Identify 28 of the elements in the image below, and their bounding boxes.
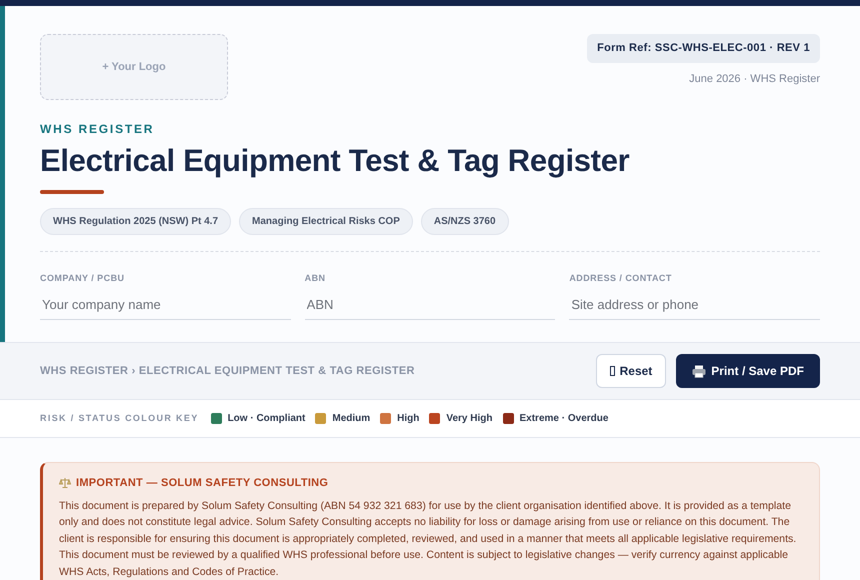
scales-icon — [59, 477, 71, 490]
regulation-tag: WHS Regulation 2025 (NSW) Pt 4.7 — [40, 208, 232, 235]
input-field[interactable]: Site address or phone — [569, 294, 820, 320]
page-title: Electrical Equipment Test & Tag Register — [40, 142, 630, 180]
input-field[interactable]: ABN — [304, 294, 556, 320]
printer-icon — [692, 364, 706, 378]
colour-key-label: Medium — [332, 412, 370, 426]
print-button[interactable]: Print / Save PDF — [676, 354, 820, 388]
reset-button[interactable]: Reset — [596, 354, 666, 388]
colour-key-label: Extreme · Overdue — [520, 412, 608, 426]
colour-key-label: High — [397, 412, 420, 426]
notice-title: IMPORTANT — SOLUM SAFETY CONSULTING — [76, 476, 328, 491]
form-date: June 2026 · WHS Register — [689, 72, 820, 86]
input-field[interactable]: Your company name — [40, 294, 291, 320]
colour-key-title: RISK / STATUS COLOUR KEY — [40, 412, 199, 425]
colour-key-label: Very High — [446, 412, 492, 426]
logo-label: + Your Logo — [102, 60, 166, 75]
form-reference: Form Ref: SSC-WHS-ELEC-001 · REV 1 — [587, 34, 820, 62]
colour-key-label: Low · Compliant — [228, 412, 306, 426]
field-label: ADDRESS / CONTACT — [569, 272, 672, 285]
missing-glyph-icon — [610, 366, 615, 376]
breadcrumb: WHS REGISTER › ELECTRICAL EQUIPMENT TEST & TAG REGISTER — [40, 364, 415, 379]
regulation-tag: AS/NZS 3760 — [420, 208, 509, 235]
eyebrow-label: WHS REGISTER — [40, 121, 154, 138]
field-label: ABN — [304, 272, 326, 285]
regulation-tag: Managing Electrical Risks COP — [239, 208, 413, 235]
notice-text: This document is prepared by Solum Safety Consulting (ABN 54 932 321 683) for use by the client organisation identified above. It is provided as a template only and does not constitute legal advice. Solum Safety Consulting accepts no liability for loss or damage arising from use or reliance on this document. The client is responsible for ensuring this document is appropriately completed, reviewed, and used in a manner that meets all applicable legislative requirements. This document must be reviewed by a qualified WHS professional before use. Content is subject to legislative changes — verify currency against applicable WHS Acts, Regulations and Codes of Practice. — [59, 498, 798, 580]
field-label: COMPANY / PCBU — [40, 272, 124, 285]
